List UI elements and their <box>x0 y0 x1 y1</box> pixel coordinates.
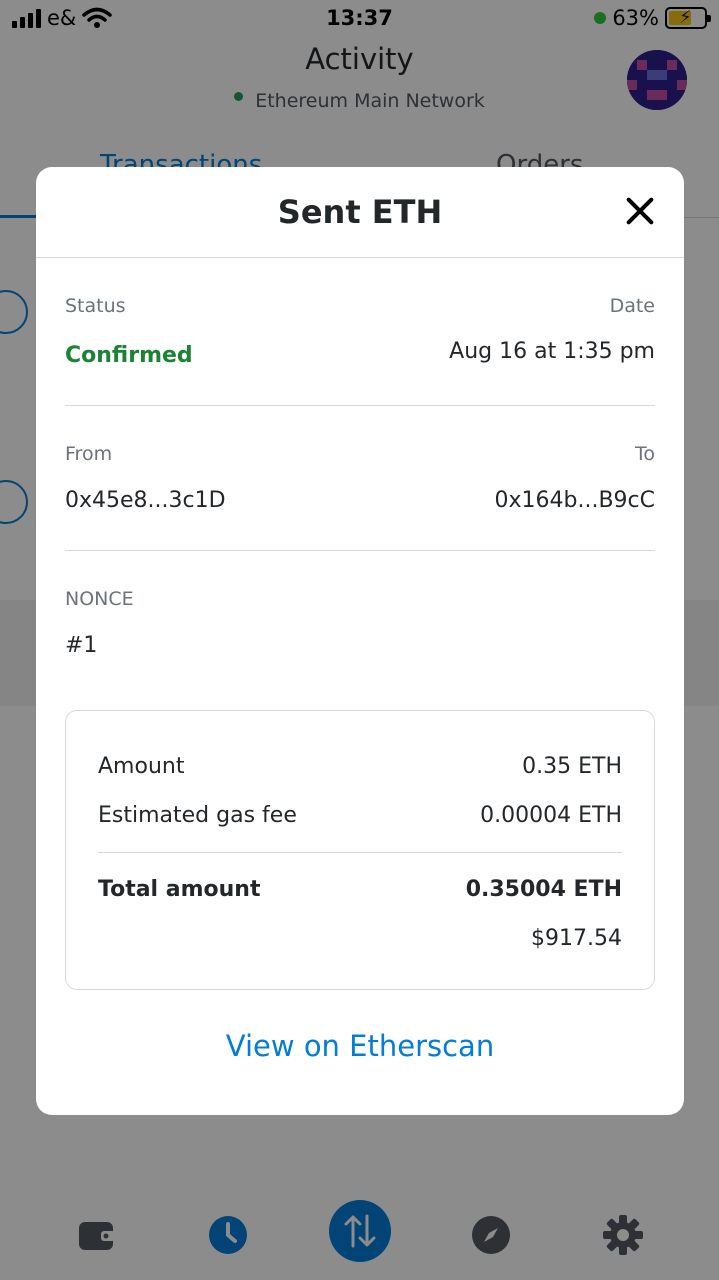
close-icon[interactable] <box>624 195 656 227</box>
divider <box>98 852 622 853</box>
amount-row: Amount 0.35 ETH <box>98 754 622 779</box>
modal-title: Sent ETH <box>277 193 443 231</box>
gas-fee-row: Estimated gas fee 0.00004 ETH <box>98 803 622 828</box>
status-label: Status <box>65 295 126 317</box>
date-label: Date <box>609 295 655 317</box>
transaction-summary: Amount 0.35 ETH Estimated gas fee 0.0000… <box>65 710 655 990</box>
transaction-details-modal: Sent ETH Status Date Confirmed Aug 16 at… <box>36 167 684 1115</box>
gas-fee-label: Estimated gas fee <box>98 803 297 828</box>
divider <box>65 405 655 406</box>
gas-fee-value: 0.00004 ETH <box>480 803 622 828</box>
from-label: From <box>65 443 113 465</box>
to-label: To <box>634 443 655 465</box>
nonce-value: #1 <box>65 633 98 658</box>
to-address[interactable]: 0x164b...B9cC <box>495 488 656 513</box>
total-fiat-value: $917.54 <box>531 926 622 951</box>
from-address[interactable]: 0x45e8...3c1D <box>65 488 226 513</box>
amount-value: 0.35 ETH <box>522 754 622 779</box>
total-value: 0.35004 ETH <box>465 877 622 902</box>
divider <box>65 550 655 551</box>
total-label: Total amount <box>98 877 261 902</box>
nonce-label: NONCE <box>65 588 134 610</box>
date-value: Aug 16 at 1:35 pm <box>449 339 655 364</box>
view-on-etherscan-link[interactable]: View on Etherscan <box>36 1029 684 1063</box>
amount-label: Amount <box>98 754 185 779</box>
divider <box>36 257 684 258</box>
total-row: Total amount 0.35004 ETH <box>98 877 622 902</box>
status-badge: Confirmed <box>65 343 193 368</box>
